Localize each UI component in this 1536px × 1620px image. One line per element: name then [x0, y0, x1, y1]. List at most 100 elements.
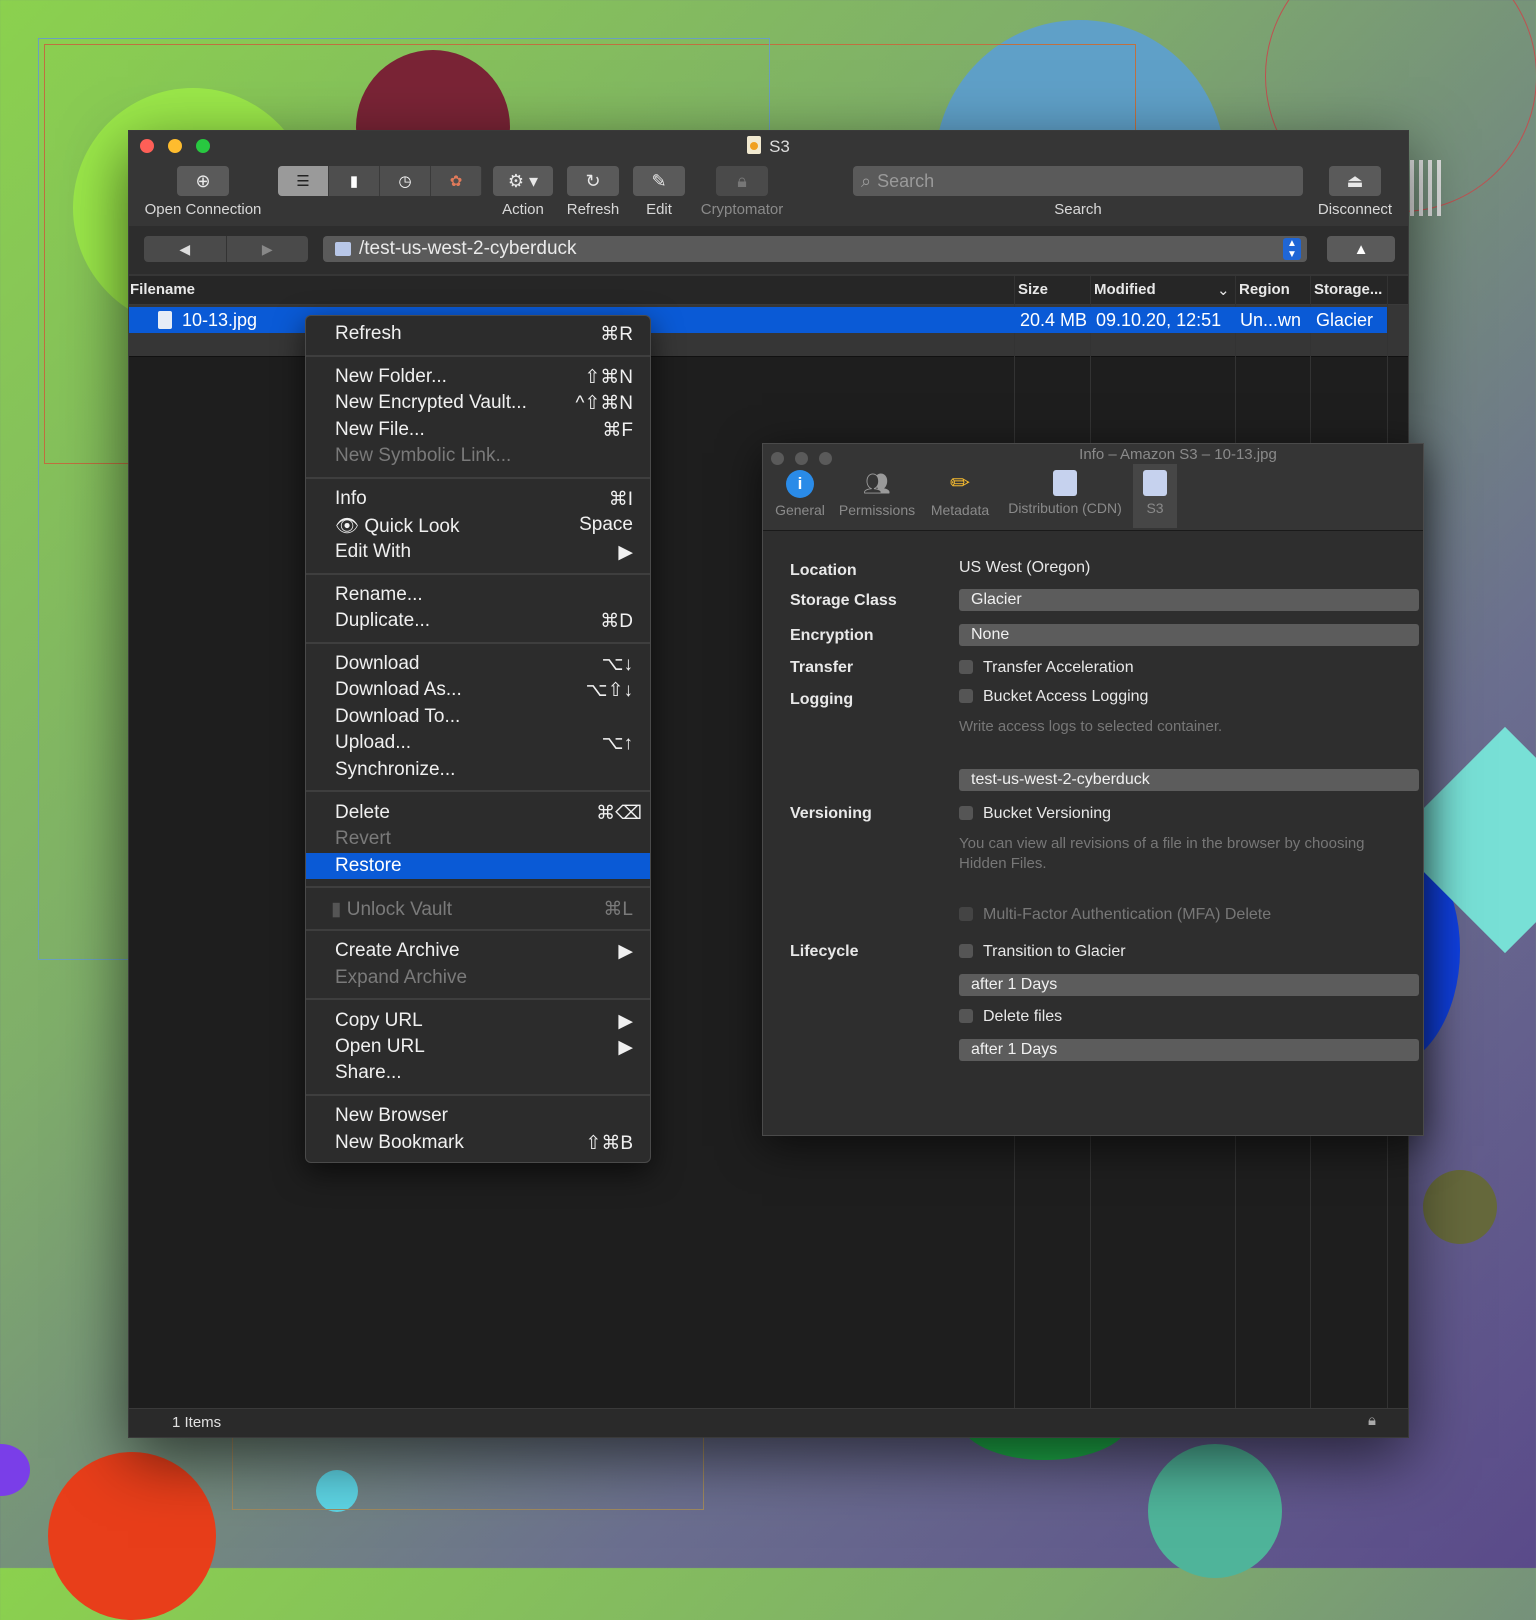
submenu-arrow-icon: ▶	[618, 1011, 633, 1032]
transition-to-glacier-checkbox[interactable]: Transition to Glacier	[959, 943, 1126, 961]
lock-icon: 🔒︎	[1368, 1412, 1376, 1429]
up-arrow-icon: ▲	[1353, 240, 1369, 258]
bookmarks-view-icon[interactable]: ▮	[329, 166, 380, 196]
column-region[interactable]: Region	[1239, 281, 1290, 298]
menu-item-duplicate[interactable]: Duplicate... ⌘D	[306, 608, 650, 634]
menu-item-new-folder[interactable]: New Folder... ⇧⌘N	[306, 364, 650, 390]
column-size[interactable]: Size	[1018, 281, 1048, 298]
bucket-versioning-checkbox[interactable]: Bucket Versioning	[959, 805, 1111, 823]
menu-item-upload[interactable]: Upload... ⌥↑	[306, 730, 650, 756]
checkbox-box	[959, 944, 973, 958]
context-menu: Refresh ⌘R New Folder... ⇧⌘N New Encrypted…	[305, 315, 651, 1163]
menu-item-shortcut: ⌘L	[603, 899, 633, 920]
back-forward-control[interactable]: ◀ ▶	[144, 236, 308, 262]
forward-arrow-icon[interactable]: ▶	[225, 236, 309, 262]
tab-general[interactable]: i General	[771, 464, 829, 528]
tab-permissions[interactable]: 👥︎ Permissions	[835, 464, 919, 528]
bonjour-view-icon[interactable]: ✿	[431, 166, 482, 196]
menu-item-shortcut: ⌥↓	[601, 654, 633, 675]
eye-icon: 👁︎	[335, 516, 365, 537]
checkbox-label: Bucket Access Logging	[983, 688, 1149, 705]
column-filename[interactable]: Filename	[130, 281, 195, 298]
tab-distribution[interactable]: Distribution (CDN)	[1001, 464, 1129, 528]
view-mode-segmented-control[interactable]: ☰ ▮ ◷ ✿	[278, 166, 482, 196]
menu-item-refresh[interactable]: Refresh ⌘R	[306, 321, 650, 347]
menu-item-synchronize[interactable]: Synchronize...	[306, 757, 650, 783]
menu-separator	[306, 477, 650, 479]
bucket-access-logging-checkbox[interactable]: Bucket Access Logging	[959, 688, 1148, 706]
submenu-arrow-icon: ▶	[618, 542, 633, 563]
transfer-acceleration-checkbox[interactable]: Transfer Acceleration	[959, 659, 1134, 677]
checkbox-box	[959, 689, 973, 703]
menu-item-label: New Browser	[335, 1105, 448, 1126]
menu-item-download-as[interactable]: Download As... ⌥⇧↓	[306, 677, 650, 703]
status-bar: 1 Items 🔒︎	[129, 1408, 1408, 1437]
logging-label: Logging	[790, 691, 854, 708]
users-icon: 👥︎	[863, 471, 891, 496]
browser-view-icon[interactable]: ☰	[278, 166, 329, 196]
open-connection-button[interactable]: ⊕	[177, 166, 229, 196]
delete-files-checkbox[interactable]: Delete files	[959, 1008, 1062, 1026]
menu-item-label: Rename...	[335, 584, 423, 605]
menu-item-info[interactable]: Info ⌘I	[306, 486, 650, 512]
menu-item-rename[interactable]: Rename...	[306, 582, 650, 608]
info-icon: i	[786, 470, 814, 498]
tab-metadata[interactable]: ✏︎ Metadata	[927, 464, 993, 528]
menu-item-shortcut: ⌘D	[600, 611, 633, 632]
file-icon	[158, 311, 172, 329]
menu-item-label: Create Archive	[335, 940, 460, 961]
menu-item-new-browser[interactable]: New Browser	[306, 1103, 650, 1129]
menu-item-open-url[interactable]: Open URL ▶	[306, 1034, 650, 1060]
info-window-title: Info – Amazon S3 – 10-13.jpg	[1079, 446, 1277, 463]
checkbox-box	[959, 907, 973, 921]
menu-item-copy-url[interactable]: Copy URL ▶	[306, 1008, 650, 1034]
background-circle	[1148, 1444, 1282, 1578]
menu-item-label: Upload...	[335, 732, 412, 753]
path-popup[interactable]: /test-us-west-2-cyberduck ▲ ▼	[323, 236, 1307, 262]
open-connection-label: Open Connection	[144, 201, 262, 218]
disconnect-button[interactable]: ⏏	[1329, 166, 1381, 196]
logging-target-select[interactable]: test-us-west-2-cyberduck	[959, 769, 1419, 791]
transition-days-select[interactable]: after 1 Days	[959, 974, 1419, 996]
menu-item-label-wrap: ▮ Unlock Vault	[331, 898, 452, 921]
menu-item-share[interactable]: Share...	[306, 1060, 650, 1086]
cryptomator-button[interactable]: 🔒︎	[716, 166, 768, 196]
refresh-button[interactable]: ↻	[567, 166, 619, 196]
menu-item-quick-look[interactable]: 👁︎ Quick Look Space	[306, 512, 650, 538]
menu-item-label: Share...	[335, 1062, 402, 1083]
menu-item-label: New Encrypted Vault...	[335, 392, 527, 413]
menu-item-label: Download	[335, 653, 420, 674]
menu-item-edit-with[interactable]: Edit With ▶	[306, 539, 650, 565]
storage-class-select[interactable]: Glacier	[959, 589, 1419, 611]
edit-button[interactable]: ✎	[633, 166, 685, 196]
background-bars	[1410, 160, 1446, 216]
menu-item-label: Download As...	[335, 679, 462, 700]
menu-item-label: New Bookmark	[335, 1132, 464, 1153]
checkbox-box	[959, 1009, 973, 1023]
menu-item-download[interactable]: Download ⌥↓	[306, 651, 650, 677]
menu-item-create-archive[interactable]: Create Archive ▶	[306, 938, 650, 964]
path-stepper-icon[interactable]: ▲ ▼	[1283, 238, 1301, 260]
column-modified[interactable]: Modified	[1094, 281, 1156, 298]
column-storage[interactable]: Storage...	[1314, 281, 1382, 298]
search-input[interactable]: ⌕ Search	[853, 166, 1303, 196]
logging-note: Write access logs to selected container.	[959, 718, 1223, 735]
menu-item-delete[interactable]: Delete ⌘⌫	[306, 800, 650, 826]
menu-item-new-encrypted-vault[interactable]: New Encrypted Vault... ^⇧⌘N	[306, 390, 650, 416]
history-view-icon[interactable]: ◷	[380, 166, 431, 196]
globe-plus-icon: ⊕	[195, 170, 211, 191]
lock-icon: ▮	[331, 899, 347, 920]
document-icon	[747, 136, 762, 154]
menu-item-new-file[interactable]: New File... ⌘F	[306, 417, 650, 443]
back-arrow-icon[interactable]: ◀	[144, 236, 226, 262]
menu-item-restore[interactable]: Restore	[306, 853, 650, 879]
menu-item-new-bookmark[interactable]: New Bookmark ⇧⌘B	[306, 1130, 650, 1156]
mfa-delete-checkbox: Multi-Factor Authentication (MFA) Delete	[959, 906, 1271, 924]
menu-item-download-to[interactable]: Download To...	[306, 704, 650, 730]
submenu-arrow-icon: ▶	[618, 1037, 633, 1058]
delete-days-select[interactable]: after 1 Days	[959, 1039, 1419, 1061]
encryption-select[interactable]: None	[959, 624, 1419, 646]
action-button[interactable]: ⚙ ▾	[493, 166, 553, 196]
tab-s3[interactable]: S3	[1133, 464, 1177, 528]
parent-directory-button[interactable]: ▲	[1327, 236, 1395, 262]
